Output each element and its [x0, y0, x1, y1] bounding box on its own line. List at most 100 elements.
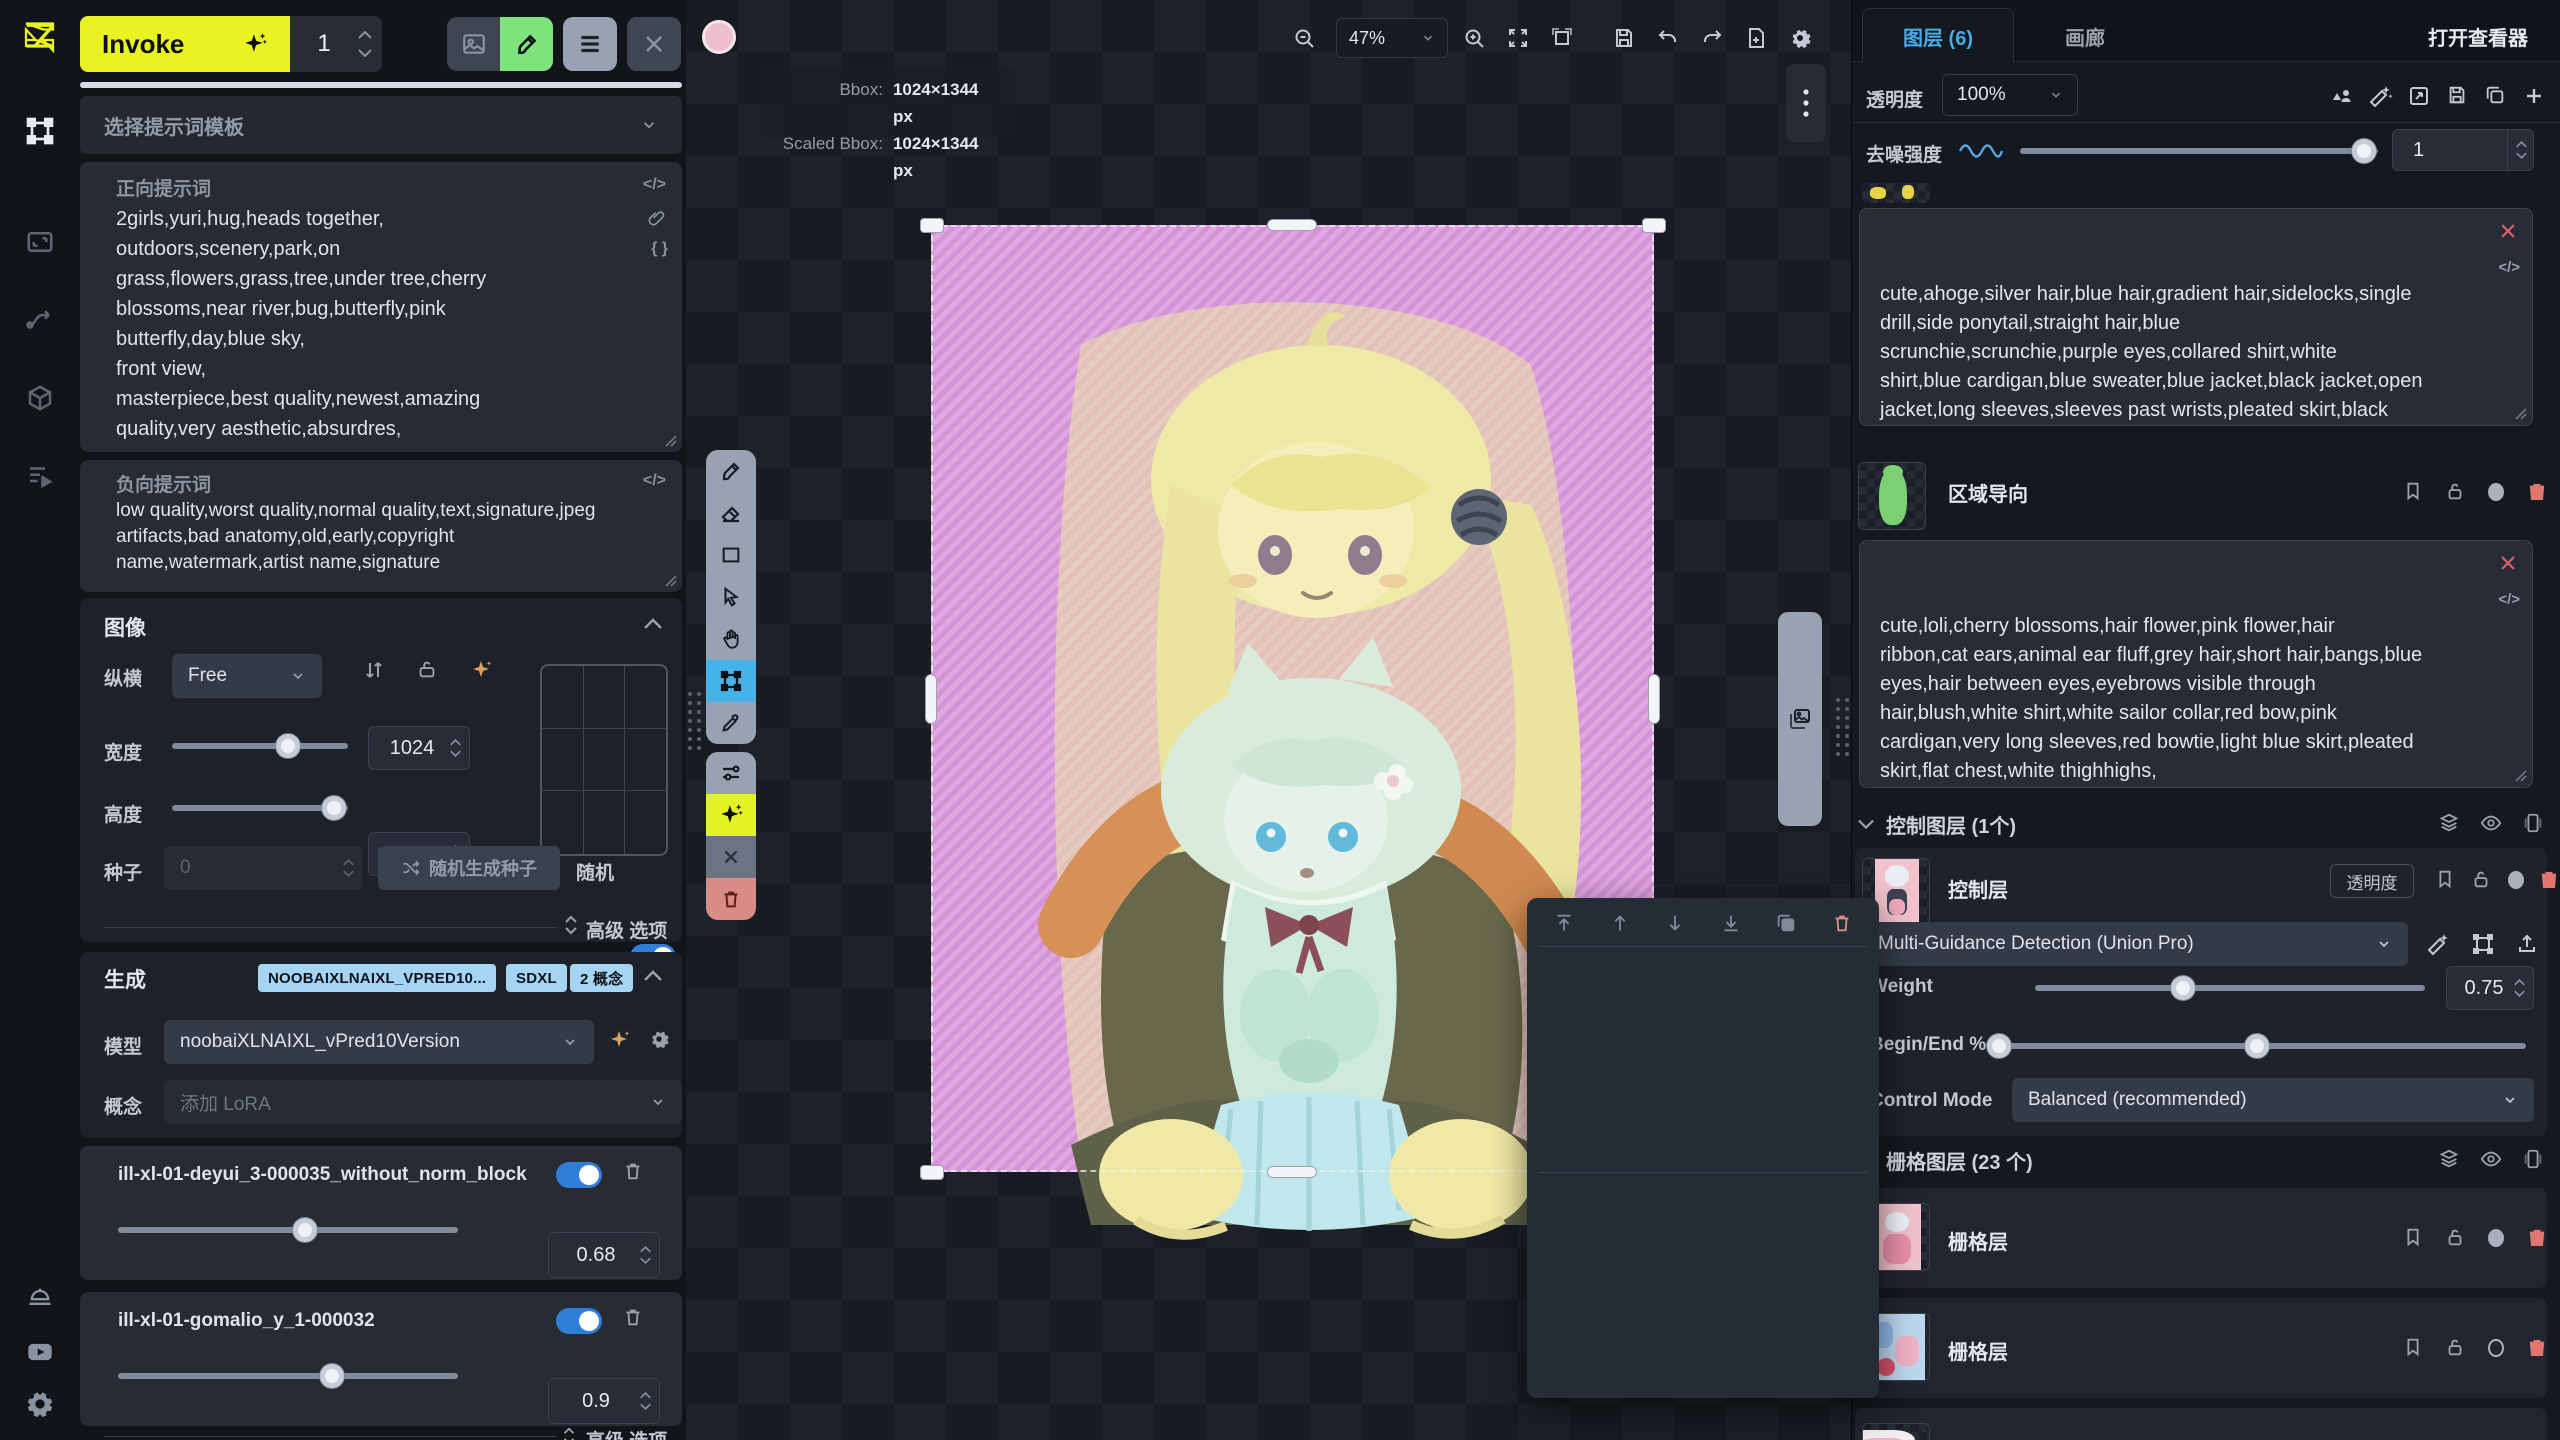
prompt-template-select[interactable]: 选择提示词模板 [80, 96, 682, 154]
raster-layer-row[interactable]: 栅格层 [1855, 1298, 2547, 1398]
control-model-select[interactable]: Multi-Guidance Detection (Union Pro) [1862, 922, 2408, 966]
control-layer-title[interactable]: 控制层 [1948, 874, 2008, 903]
trash-icon[interactable] [2526, 1226, 2548, 1248]
control-layer-card[interactable]: 控制层 透明度 Multi-Guidance Detection (Union … [1855, 848, 2547, 1136]
opacity-badge-button[interactable]: 透明度 [2330, 864, 2414, 898]
regional-layer-thumbnail[interactable] [1858, 462, 1926, 530]
control-mode-select[interactable]: Balanced (recommended) [2012, 1078, 2534, 1122]
resize-grip-icon[interactable] [660, 570, 678, 588]
brush-tool[interactable] [706, 450, 756, 492]
optimize-size-icon[interactable] [470, 658, 494, 682]
brush-color-swatch[interactable] [702, 20, 736, 54]
raster-layer-row[interactable]: 栅格层 [1855, 1188, 2547, 1288]
move-to-top-icon[interactable] [1553, 912, 1575, 934]
sidebar-item-queue[interactable] [23, 459, 57, 493]
layers-stack-icon[interactable] [2438, 812, 2460, 834]
add-lora-select[interactable]: 添加 LoRA [164, 1080, 682, 1124]
youtube-icon[interactable] [24, 1336, 56, 1368]
lock-icon[interactable] [2444, 1226, 2466, 1248]
swap-dimensions-icon[interactable] [362, 658, 386, 682]
filter-wand-icon[interactable] [2369, 84, 2393, 108]
advanced-options-label[interactable]: 高级 选项 [586, 916, 667, 943]
trash-icon[interactable] [2538, 868, 2560, 890]
zoom-out-icon[interactable] [1292, 26, 1316, 50]
section-collapse-icon[interactable] [1858, 818, 1874, 830]
height-slider[interactable] [172, 786, 348, 830]
bbox-handle-left[interactable] [925, 674, 937, 724]
weight-slider[interactable] [2035, 966, 2425, 1010]
bbox-handle-top-left[interactable] [920, 218, 944, 233]
lock-icon[interactable] [2470, 868, 2492, 890]
lora-weight-slider[interactable] [118, 1208, 458, 1252]
negative-prompt-text[interactable]: low quality,worst quality,normal quality… [116, 498, 616, 576]
trash-icon[interactable] [2526, 1336, 2548, 1358]
queue-count-arrows[interactable] [358, 31, 382, 57]
advanced-expand-icon[interactable] [562, 1426, 576, 1440]
bbox-handle-bottom-left[interactable] [920, 1165, 944, 1180]
raster-section-title[interactable]: 栅格图层 (23 个) [1886, 1146, 2033, 1175]
visibility-eye-icon[interactable] [2480, 812, 2502, 834]
opacity-select[interactable]: 100% [1942, 74, 2078, 116]
trash-icon[interactable] [622, 1306, 644, 1328]
remove-prompt-icon[interactable] [2498, 221, 2518, 241]
code-icon[interactable]: </> [2498, 253, 2520, 282]
lora-weight-slider[interactable] [118, 1354, 458, 1398]
panel-resize-handle[interactable] [1836, 698, 1849, 756]
visibility-dot-icon[interactable] [2506, 870, 2526, 890]
trash-icon[interactable] [2526, 480, 2548, 502]
weight-input[interactable]: 0.75 [2446, 966, 2534, 1010]
negative-prompt-box[interactable]: 负向提示词 low quality,worst quality,normal q… [80, 460, 682, 592]
fit-bbox-icon[interactable] [1550, 26, 1574, 50]
tab-layers[interactable]: 图层 (6) [1862, 8, 2014, 63]
select-object-icon[interactable] [2330, 84, 2354, 108]
zoom-level-select[interactable]: 47% [1336, 18, 1448, 58]
delete-layer-icon[interactable] [1831, 912, 1853, 934]
begin-end-slider[interactable] [1988, 1024, 2526, 1068]
panel-resize-handle[interactable] [688, 692, 701, 750]
menu-button[interactable] [563, 17, 617, 71]
lock-icon[interactable] [2444, 480, 2466, 502]
collapse-icon[interactable] [644, 618, 662, 630]
transform-icon[interactable] [2407, 84, 2431, 108]
control-section-title[interactable]: 控制图层 (1个) [1886, 810, 2016, 839]
move-to-bottom-icon[interactable] [1720, 912, 1742, 934]
positive-prompt-box[interactable]: 正向提示词 2girls,yuri,hug,heads together, ou… [80, 162, 682, 452]
denoise-input[interactable]: 1 [2392, 129, 2534, 171]
zoom-in-icon[interactable] [1462, 26, 1486, 50]
sidebar-item-models[interactable] [23, 381, 57, 415]
resize-grip-icon[interactable] [2510, 403, 2528, 421]
filter-wand-icon[interactable] [2427, 932, 2451, 956]
canvas-edit-button[interactable] [500, 17, 553, 71]
visibility-dot-icon[interactable] [2486, 482, 2506, 502]
sidebar-item-upscaling[interactable] [23, 225, 57, 259]
bbox-handle-bottom[interactable] [1267, 1166, 1317, 1178]
lora-weight-input[interactable]: 0.9 [548, 1378, 660, 1424]
frame-icon[interactable] [2522, 812, 2544, 834]
aspect-select[interactable]: Free [172, 654, 322, 698]
width-input[interactable]: 1024 [368, 726, 470, 770]
save-layer-icon[interactable] [2446, 84, 2468, 106]
move-up-icon[interactable] [1609, 912, 1631, 934]
lora-weight-input[interactable]: 0.68 [548, 1232, 660, 1278]
frame-icon[interactable] [2522, 1148, 2544, 1170]
invoke-button[interactable]: Invoke [80, 16, 290, 72]
bookmark-icon[interactable] [2434, 868, 2456, 890]
raster-layer-thumbnail[interactable] [1862, 1423, 1930, 1440]
cancel-tool[interactable] [706, 836, 756, 878]
bbox-handle-top-right[interactable] [1642, 218, 1666, 233]
fit-bbox-icon[interactable] [2471, 932, 2495, 956]
bookmark-icon[interactable] [2402, 480, 2424, 502]
regional-layer-title[interactable]: 区域导向 [1948, 478, 2028, 507]
bookmark-icon[interactable] [2402, 1226, 2424, 1248]
open-viewer-button[interactable]: 打开查看器 [2408, 14, 2548, 58]
new-session-icon[interactable] [1744, 26, 1768, 50]
model-select[interactable]: noobaiXLNAIXL_vPred10Version [164, 1020, 594, 1064]
delete-tool[interactable] [706, 878, 756, 920]
resize-grip-icon[interactable] [660, 430, 678, 448]
visibility-dot-icon[interactable] [2486, 1228, 2506, 1248]
visibility-circle-icon[interactable] [2486, 1338, 2506, 1358]
regional-prompt-text[interactable]: cute,loli,cherry blossoms,hair flower,pi… [1880, 612, 2490, 788]
code-icon[interactable]: </> [2498, 585, 2520, 614]
raster-layer-row[interactable]: 栅格层 [1855, 1408, 2547, 1440]
move-down-icon[interactable] [1664, 912, 1686, 934]
